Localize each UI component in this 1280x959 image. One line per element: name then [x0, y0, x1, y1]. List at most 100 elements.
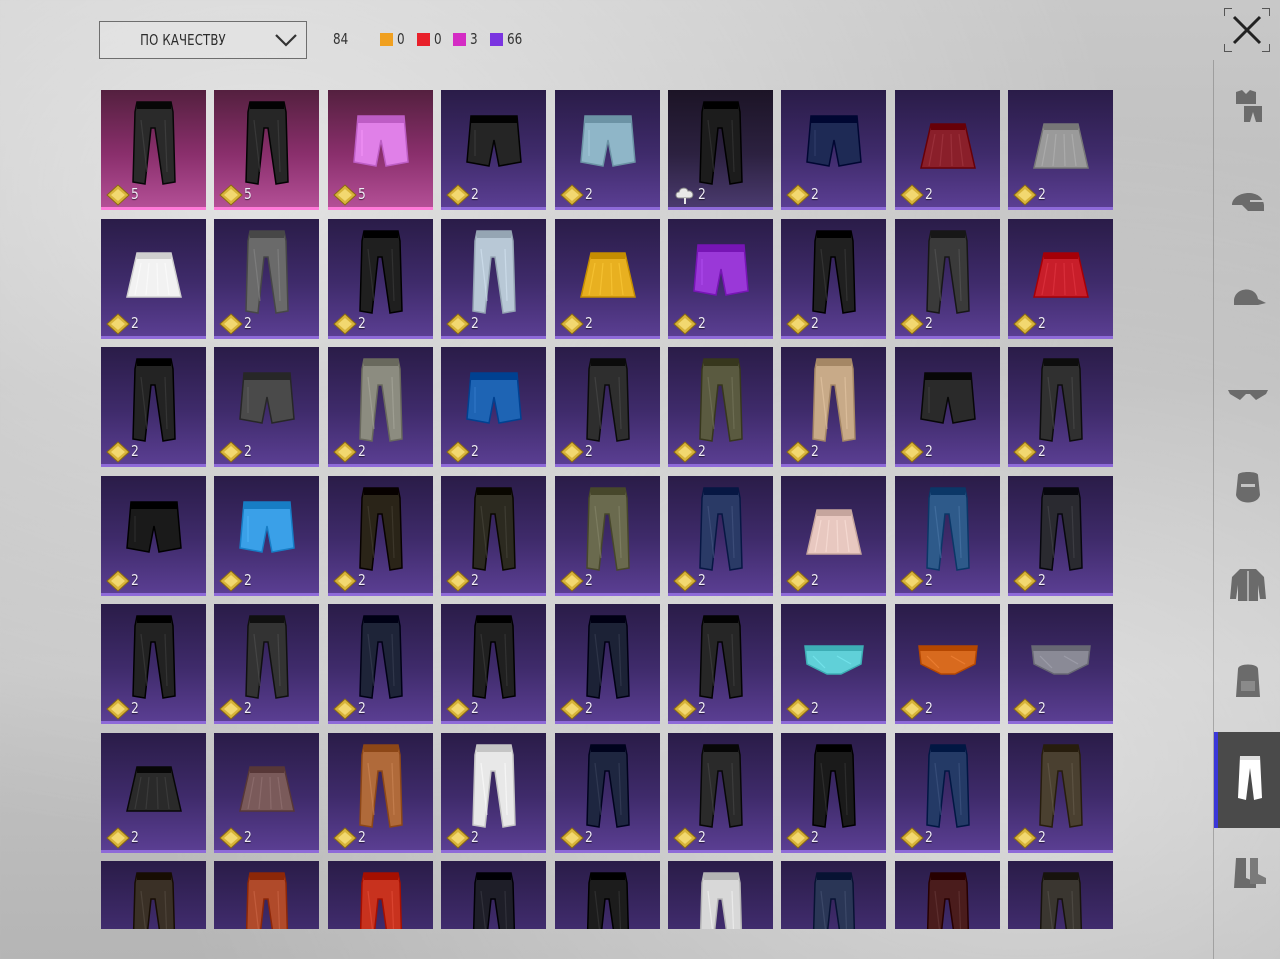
category-tab-glasses[interactable] — [1214, 348, 1280, 444]
inventory-item-tile[interactable]: 2 — [667, 218, 773, 339]
inventory-item-tile[interactable]: 2 — [1008, 604, 1113, 724]
item-quantity: 2 — [584, 570, 593, 589]
inventory-item-tile[interactable]: 2 — [101, 218, 206, 339]
inventory-item-tile[interactable]: 2 — [667, 604, 773, 724]
inventory-item-tile[interactable]: 2 — [894, 347, 1000, 467]
category-tab-jacket[interactable] — [1214, 539, 1280, 635]
inventory-item-tile[interactable] — [441, 861, 547, 929]
jacket-icon — [1228, 565, 1268, 609]
category-tab-mask[interactable] — [1214, 443, 1280, 539]
inventory-item-tile[interactable] — [554, 861, 660, 929]
rarity-epic-count: 3 — [453, 30, 480, 48]
inventory-item-tile[interactable]: 2 — [327, 475, 433, 596]
inventory-item-tile[interactable]: 2 — [894, 475, 1000, 596]
item-quantity: 2 — [811, 570, 820, 589]
inventory-item-tile[interactable]: 2 — [554, 604, 660, 724]
item-quantity: 2 — [471, 699, 480, 717]
inventory-item-tile[interactable]: 2 — [214, 732, 320, 853]
category-tab-helmet[interactable] — [1214, 155, 1280, 251]
inventory-item-tile[interactable]: 2 — [214, 604, 320, 724]
coupon-icon — [559, 698, 584, 720]
inventory-item-tile[interactable]: 2 — [101, 347, 206, 467]
glasses-icon — [1226, 374, 1270, 418]
category-tab-pants[interactable] — [1214, 732, 1280, 828]
sort-dropdown[interactable]: ПО КАЧЕСТВУ — [99, 21, 307, 59]
inventory-item-tile[interactable]: 2 — [554, 218, 660, 339]
inventory-item-tile[interactable]: 2 — [894, 604, 1000, 724]
coupon-icon — [446, 826, 470, 849]
inventory-item-tile[interactable] — [781, 861, 887, 929]
inventory-item-tile[interactable]: 2 — [894, 732, 1000, 853]
pants-item-image — [813, 872, 856, 929]
inventory-item-tile[interactable]: 2 — [441, 475, 547, 596]
cloud-icon — [675, 187, 694, 204]
inventory-item-tile[interactable]: 2 — [327, 604, 433, 724]
coupon-icon — [673, 826, 697, 849]
coupon-icon — [106, 312, 130, 335]
inventory-item-tile[interactable]: 2 — [781, 732, 887, 853]
inventory-item-tile[interactable]: 2 — [441, 90, 547, 210]
inventory-item-tile[interactable]: 2 — [781, 604, 887, 724]
inventory-item-tile[interactable]: 2 — [101, 475, 206, 596]
inventory-item-tile[interactable]: 2 — [101, 604, 206, 724]
inventory-item-tile[interactable]: 2 — [327, 732, 433, 853]
category-tab-outfit[interactable] — [1214, 60, 1280, 156]
inventory-item-tile[interactable]: 2 — [781, 475, 887, 596]
category-tab-cap[interactable] — [1214, 251, 1280, 347]
inventory-item-tile[interactable]: 2 — [441, 604, 547, 724]
item-quantity: 2 — [924, 827, 933, 846]
inventory-item-tile[interactable]: 2 — [781, 347, 887, 467]
inventory-item-tile[interactable]: 2 — [214, 218, 320, 339]
inventory-item-tile[interactable]: 2 — [441, 732, 547, 853]
category-tab-shoes[interactable] — [1214, 828, 1280, 924]
item-quantity: 2 — [1038, 570, 1046, 589]
rarity-counts: 0 0 3 66 — [380, 30, 532, 48]
inventory-item-tile[interactable]: 2 — [1008, 90, 1113, 210]
item-quantity: 2 — [697, 313, 706, 332]
inventory-item-tile[interactable]: 2 — [781, 218, 887, 339]
coupon-icon — [219, 698, 244, 720]
close-button[interactable] — [1224, 8, 1270, 52]
inventory-item-tile[interactable]: 2 — [667, 732, 773, 853]
inventory-item-tile[interactable]: 2 — [894, 90, 1000, 210]
inventory-item-tile[interactable] — [894, 861, 1000, 929]
coupon-icon — [446, 312, 470, 335]
inventory-item-tile[interactable]: 2 — [667, 347, 773, 467]
category-tab-backpack[interactable] — [1214, 635, 1280, 731]
coupon-icon — [899, 826, 924, 849]
inventory-item-tile[interactable]: 5 — [327, 90, 433, 210]
inventory-item-tile[interactable]: 2 — [554, 90, 660, 210]
inventory-item-tile[interactable] — [327, 861, 433, 929]
inventory-item-tile[interactable]: 2 — [327, 347, 433, 467]
inventory-item-tile[interactable] — [1008, 861, 1113, 929]
inventory-item-tile[interactable]: 5 — [101, 90, 206, 210]
item-quantity: 2 — [1038, 313, 1046, 332]
inventory-item-tile[interactable]: 2 — [214, 347, 320, 467]
inventory-item-tile[interactable]: 2 — [441, 218, 547, 339]
inventory-item-tile[interactable]: 2 — [894, 218, 1000, 339]
inventory-item-tile[interactable]: 2 — [554, 475, 660, 596]
inventory-item-tile[interactable]: 2 — [1008, 475, 1113, 596]
inventory-item-tile[interactable]: 2 — [1008, 732, 1113, 853]
inventory-item-tile[interactable]: 2 — [1008, 347, 1113, 467]
inventory-item-tile[interactable] — [101, 861, 206, 929]
inventory-item-tile[interactable] — [667, 861, 773, 929]
coupon-icon — [899, 312, 924, 335]
coupon-icon — [1013, 569, 1037, 592]
inventory-item-tile[interactable]: 2 — [1008, 218, 1113, 339]
inventory-item-tile[interactable] — [214, 861, 320, 929]
inventory-item-tile[interactable]: 2 — [214, 475, 320, 596]
inventory-item-tile[interactable]: 2 — [101, 732, 206, 853]
pants-item-image — [699, 872, 743, 929]
inventory-item-tile[interactable]: 2 — [441, 347, 547, 467]
item-quantity: 2 — [357, 827, 366, 846]
inventory-item-tile[interactable]: 5 — [214, 90, 320, 210]
inventory-item-tile[interactable]: 2 — [667, 90, 773, 210]
inventory-item-tile[interactable]: 2 — [327, 218, 433, 339]
inventory-item-tile[interactable]: 2 — [554, 732, 660, 853]
item-quantity: 2 — [924, 313, 933, 332]
inventory-item-tile[interactable]: 2 — [667, 475, 773, 596]
inventory-item-tile[interactable]: 2 — [554, 347, 660, 467]
inventory-item-tile[interactable]: 2 — [781, 90, 887, 210]
item-quantity: 2 — [244, 442, 253, 460]
